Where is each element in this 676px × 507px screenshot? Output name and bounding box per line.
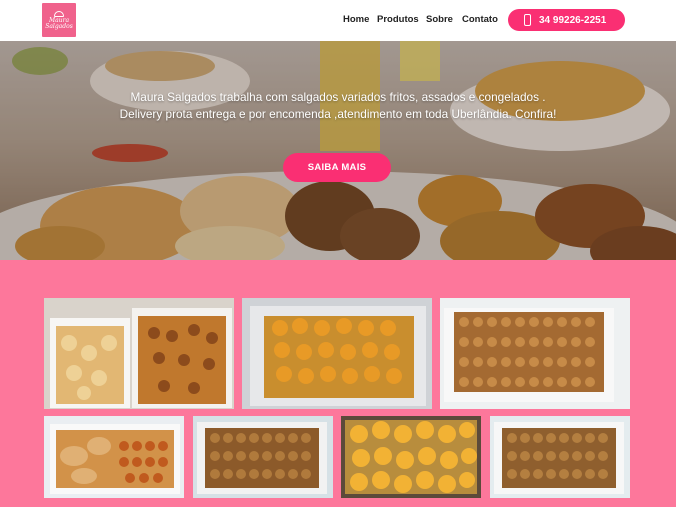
phone-number: 34 99226-2251 (539, 14, 607, 26)
maura-salgados-logo[interactable]: Maura Salgados (42, 3, 76, 37)
product-gallery (0, 260, 676, 507)
mobile-phone-icon (524, 14, 531, 26)
gallery-photo-bolinha[interactable] (440, 298, 630, 409)
gallery-photo-bolinha-2[interactable] (490, 416, 630, 498)
hero-text-line1: Maura Salgados trabalha com salgados var… (130, 90, 546, 104)
hero-text-line2: Delivery prota entrega e por encomenda ,… (119, 107, 557, 121)
logo-text-line2: Salgados (45, 22, 73, 30)
hero-overlay (0, 41, 676, 260)
hero-banner: Maura Salgados trabalha com salgados var… (0, 41, 676, 260)
nav-contato[interactable]: Contato (462, 14, 498, 25)
gallery-photo-pastel[interactable] (341, 416, 481, 498)
gallery-photo-kibe[interactable] (193, 416, 333, 498)
site-header: Maura Salgados Home Produtos Sobre Conta… (0, 0, 676, 41)
saiba-mais-button[interactable]: SAIBA MAIS (283, 153, 391, 182)
nav-produtos[interactable]: Produtos (377, 14, 419, 25)
chef-hat-icon (54, 10, 64, 17)
nav-sobre[interactable]: Sobre (426, 14, 453, 25)
gallery-photo-mixed[interactable] (44, 416, 184, 498)
gallery-photo-coxinha[interactable] (242, 298, 432, 409)
nav-home[interactable]: Home (343, 14, 369, 25)
hero-description: Maura Salgados trabalha com salgados var… (0, 89, 676, 123)
phone-button[interactable]: 34 99226-2251 (508, 9, 625, 31)
gallery-photo-assorted[interactable] (44, 298, 234, 409)
